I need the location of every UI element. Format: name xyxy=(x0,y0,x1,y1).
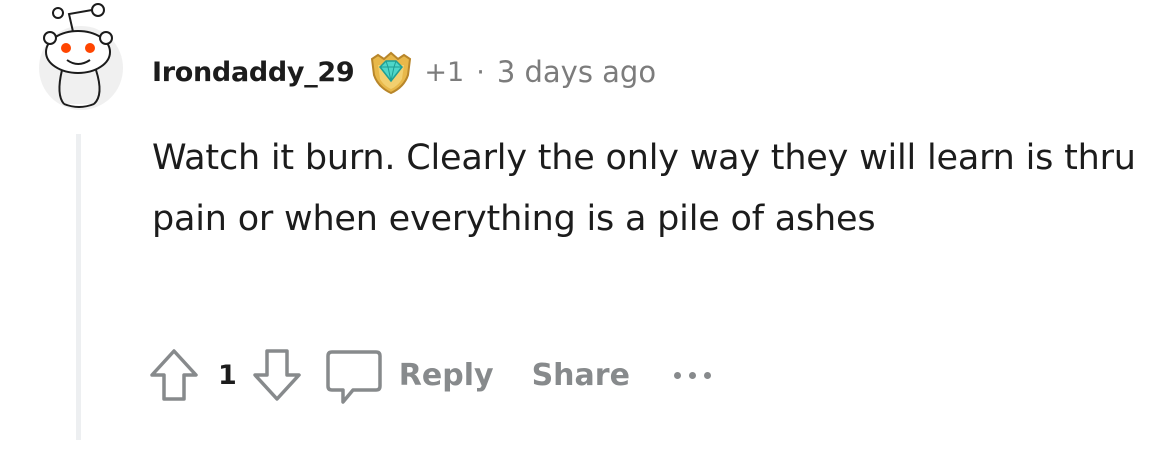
share-button[interactable]: Share xyxy=(532,358,630,393)
comment-meta: Irondaddy_29 +1 · 3 days ago xyxy=(152,49,656,95)
arrow-down-icon[interactable] xyxy=(249,342,305,408)
ellipsis-dot xyxy=(703,371,711,379)
diamond-award-icon[interactable] xyxy=(368,49,414,95)
snoo-avatar-icon[interactable] xyxy=(34,0,128,110)
timestamp[interactable]: 3 days ago xyxy=(497,55,656,89)
reply-button[interactable]: Reply xyxy=(399,358,494,393)
speech-bubble-icon[interactable] xyxy=(323,342,385,408)
award-count: +1 xyxy=(424,56,465,88)
arrow-up-icon[interactable] xyxy=(146,342,202,408)
ellipsis-icon[interactable] xyxy=(673,360,711,390)
username-link[interactable]: Irondaddy_29 xyxy=(152,57,355,88)
ellipsis-dot xyxy=(688,371,696,379)
comment-actions: 1 Reply Share xyxy=(146,342,711,408)
vote-score: 1 xyxy=(218,359,237,391)
ellipsis-dot xyxy=(673,371,681,379)
comment-body: Watch it burn. Clearly the only way they… xyxy=(152,138,1136,239)
thread-line[interactable] xyxy=(76,134,81,440)
meta-separator: · xyxy=(476,56,485,88)
